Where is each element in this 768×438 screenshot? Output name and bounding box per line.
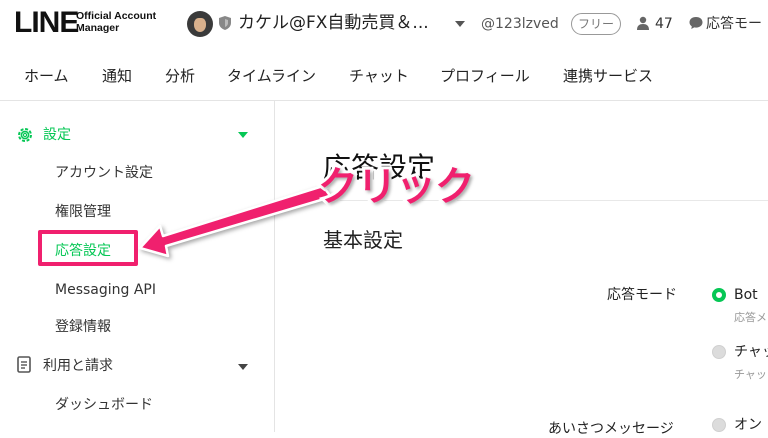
click-callout: クリック <box>315 161 478 213</box>
annotation-arrow <box>138 184 333 258</box>
